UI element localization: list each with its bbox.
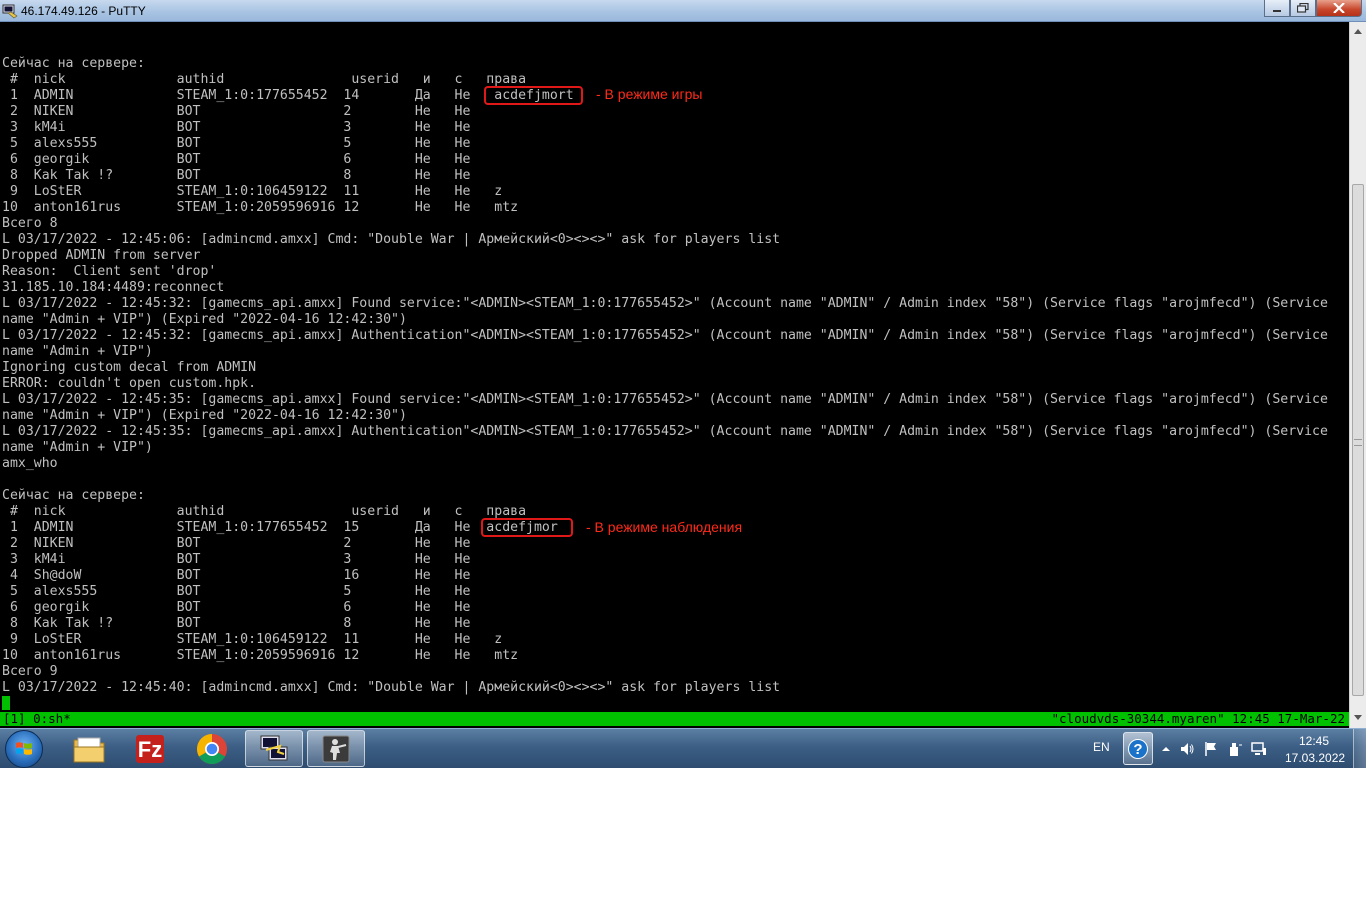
arrow-down-icon <box>1354 715 1362 720</box>
filezilla-icon: Fz <box>136 734 164 763</box>
help-icon: ? <box>1128 739 1148 759</box>
terminal-line: 6 georgik BOT 6 Не Не <box>2 600 471 615</box>
tmux-status-bar: [1] 0:sh* "cloudvds-30344.myaren" 12:45 … <box>0 712 1349 726</box>
terminal-line: # nick authid userid и с права <box>2 72 527 87</box>
terminal-line: Reason: Client sent 'drop' <box>2 264 217 279</box>
terminal-line: name "Admin + VIP") <box>2 344 153 359</box>
volume-icon[interactable] <box>1179 741 1195 757</box>
device-eject-icon[interactable] <box>1227 741 1243 757</box>
taskbar-counter-strike[interactable] <box>307 730 365 767</box>
windows-logo-icon <box>16 742 32 755</box>
vertical-scrollbar[interactable] <box>1349 22 1366 728</box>
terminal-line: 5 alexs555 BOT 5 Не Не <box>2 136 471 151</box>
network-icon[interactable] <box>1251 741 1267 757</box>
restore-icon <box>1297 3 1309 13</box>
terminal-line: Всего 8 <box>2 216 58 231</box>
terminal-line: 1 ADMIN STEAM_1:0:177655452 15 Да Не acd… <box>2 520 558 535</box>
terminal-line: 8 Kak Tak !? BOT 8 Не Не <box>2 616 471 631</box>
minimize-button[interactable] <box>1264 0 1290 17</box>
arrow-up-icon <box>1354 29 1362 34</box>
window-title: 46.174.49.126 - PuTTY <box>21 4 146 18</box>
language-indicator[interactable]: EN <box>1093 740 1110 754</box>
terminal-line: name "Admin + VIP") (Expired "2022-04-16… <box>2 408 407 423</box>
text-cursor <box>2 696 10 710</box>
terminal-line: 3 kM4i BOT 3 Не Не <box>2 120 471 135</box>
scroll-down-button[interactable] <box>1350 710 1366 726</box>
folder-icon <box>73 737 105 762</box>
taskbar-filezilla[interactable]: Fz <box>121 730 179 767</box>
annotation-playing-mode: - В режиме игры <box>596 86 703 102</box>
terminal-line: L 03/17/2022 - 12:45:35: [gamecms_api.am… <box>2 392 1328 407</box>
terminal-line: Сейчас на сервере: <box>2 56 145 71</box>
taskbar: Fz EN ? 12:45 17.03.2022 <box>0 728 1366 768</box>
terminal-line: 10 anton161rus STEAM_1:0:2059596916 12 Н… <box>2 200 519 215</box>
terminal-line: Dropped ADMIN from server <box>2 248 201 263</box>
terminal-line: L 03/17/2022 - 12:45:32: [gamecms_api.am… <box>2 328 1328 343</box>
taskbar-putty[interactable] <box>245 730 303 767</box>
annotation-spectator-mode: - В режиме наблюдения <box>586 519 743 535</box>
terminal-line: 9 LoStER STEAM_1:0:106459122 11 Не Не z <box>2 632 503 647</box>
putty-icon <box>2 4 18 19</box>
terminal-line: L 03/17/2022 - 12:45:40: [admincmd.amxx]… <box>2 680 781 695</box>
terminal-line: 10 anton161rus STEAM_1:0:2059596916 12 Н… <box>2 648 519 663</box>
clock-date[interactable]: 17.03.2022 <box>1285 751 1345 765</box>
status-host-time: "cloudvds-30344.myaren" 12:45 17-Mar-22 <box>1051 711 1346 726</box>
minimize-icon <box>1273 10 1281 12</box>
flags-highlight-spectating <box>481 518 573 537</box>
svg-text:Fz: Fz <box>138 737 162 762</box>
terminal-line: Сейчас на сервере: <box>2 488 145 503</box>
flags-highlight-playing <box>484 86 583 105</box>
terminal-output[interactable]: Сейчас на сервере: # nick authid userid … <box>0 22 1349 728</box>
terminal-line: L 03/17/2022 - 12:45:32: [gamecms_api.am… <box>2 296 1328 311</box>
terminal-line: Всего 9 <box>2 664 58 679</box>
show-hidden-icons-chevron-icon[interactable] <box>1158 741 1174 757</box>
terminal-line: name "Admin + VIP") (Expired "2022-04-16… <box>2 312 407 327</box>
start-button[interactable] <box>5 730 43 768</box>
clock-time[interactable]: 12:45 <box>1299 734 1329 748</box>
chrome-icon <box>196 733 227 764</box>
taskbar-explorer[interactable] <box>60 730 118 767</box>
title-bar[interactable]: 46.174.49.126 - PuTTY <box>0 0 1366 22</box>
terminal-line: # nick authid userid и с права <box>2 504 527 519</box>
taskbar-chrome[interactable] <box>183 730 241 767</box>
terminal-line: name "Admin + VIP") <box>2 440 153 455</box>
scroll-up-button[interactable] <box>1350 23 1366 39</box>
putty-taskbar-icon <box>260 735 288 760</box>
terminal-line: 5 alexs555 BOT 5 Не Не <box>2 584 471 599</box>
counter-strike-icon <box>322 735 350 762</box>
close-button[interactable] <box>1316 0 1362 17</box>
close-icon <box>1333 3 1345 13</box>
terminal-line: 3 kM4i BOT 3 Не Не <box>2 552 471 567</box>
help-tray-button[interactable]: ? <box>1123 732 1153 765</box>
terminal-line: amx_who <box>2 456 58 471</box>
terminal-line: 6 georgik BOT 6 Не Не <box>2 152 471 167</box>
status-window-list: [1] 0:sh* <box>3 711 71 726</box>
terminal-line: L 03/17/2022 - 12:45:06: [admincmd.amxx]… <box>2 232 781 247</box>
terminal-line: L 03/17/2022 - 12:45:35: [gamecms_api.am… <box>2 424 1328 439</box>
thumb-grip <box>1354 439 1362 446</box>
maximize-button[interactable] <box>1290 0 1316 17</box>
action-center-flag-icon[interactable] <box>1203 741 1219 757</box>
terminal-line: ERROR: couldn't open custom.hpk. <box>2 376 257 391</box>
show-desktop-button[interactable] <box>1353 729 1366 768</box>
scrollbar-thumb[interactable] <box>1352 184 1364 696</box>
terminal-line: 31.185.10.184:4489:reconnect <box>2 280 225 295</box>
terminal-line: 9 LoStER STEAM_1:0:106459122 11 Не Не z <box>2 184 503 199</box>
terminal-line: 8 Kak Tak !? BOT 8 Не Не <box>2 168 471 183</box>
terminal-line: 4 Sh@doW BOT 16 Не Не <box>2 568 471 583</box>
terminal-line: 2 NIKEN BOT 2 Не Не <box>2 104 471 119</box>
terminal-line: Ignoring custom decal from ADMIN <box>2 360 257 375</box>
terminal-line: 2 NIKEN BOT 2 Не Не <box>2 536 471 551</box>
